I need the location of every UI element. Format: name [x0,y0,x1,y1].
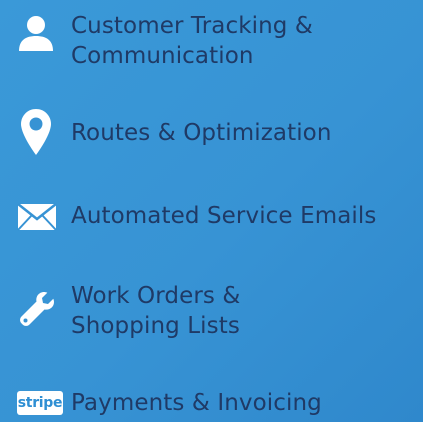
feature-label: Work Orders & Shopping Lists [71,281,240,341]
feature-payments: stripe Payments & Invoicing [0,386,423,422]
feature-label-line: Routes & Optimization [71,120,332,146]
feature-label-line: Communication [71,43,254,69]
map-pin-icon [20,108,52,156]
feature-label: Routes & Optimization [71,118,332,148]
stripe-logo: stripe [17,391,63,415]
user-icon [17,15,55,53]
feature-label-line: Payments & Invoicing [71,390,322,416]
feature-emails: Automated Service Emails [0,196,423,236]
feature-label-line: Work Orders & [71,283,241,309]
feature-label: Payments & Invoicing [71,388,322,418]
wrench-icon [18,290,56,328]
feature-label-line: Automated Service Emails [71,203,377,229]
envelope-icon [17,203,57,231]
feature-label-line: Shopping Lists [71,313,240,339]
feature-routes: Routes & Optimization [0,108,423,158]
feature-label: Customer Tracking & Communication [71,11,313,71]
feature-work-orders: Work Orders & Shopping Lists [0,280,423,346]
feature-label-line: Customer Tracking & [71,13,313,39]
feature-list: Customer Tracking & Communication Routes… [0,0,423,422]
feature-customer-tracking: Customer Tracking & Communication [0,8,423,74]
feature-label: Automated Service Emails [71,201,377,231]
